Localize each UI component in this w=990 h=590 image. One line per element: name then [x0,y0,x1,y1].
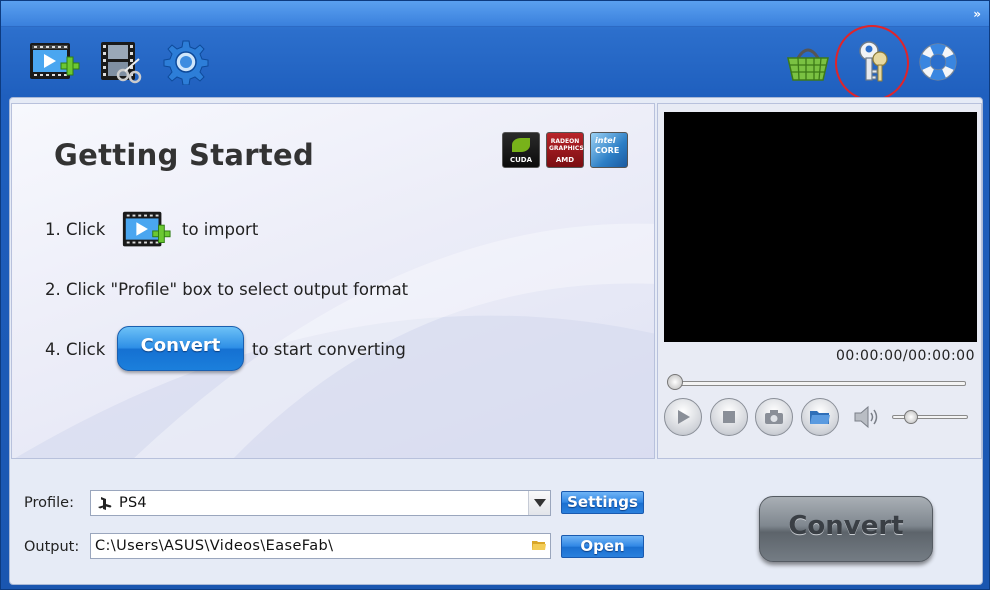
step-3-suffix: to start converting [252,340,406,359]
buy-button[interactable] [781,37,835,87]
stop-button[interactable] [710,398,748,436]
step-1-text: 1. Click [45,220,106,239]
stop-icon [723,411,735,423]
page-title: Getting Started [54,138,315,172]
gear-icon [163,40,209,85]
output-path-value: C:\Users\ASUS\Videos\EaseFab\ [95,538,334,554]
browse-folder-icon[interactable] [532,540,546,551]
video-preview-screen [664,112,977,342]
open-folder-button[interactable] [801,398,839,436]
app-window: » Getting Started CUDA RADEON GRAPHICS A… [0,0,990,590]
profile-select[interactable]: PS4 [90,490,551,516]
volume-thumb[interactable] [904,410,919,424]
help-button[interactable] [911,37,965,87]
nvidia-eye-icon [512,138,530,152]
folder-icon [810,411,830,424]
preferences-button[interactable] [159,37,213,87]
cuda-badge: CUDA [502,132,540,168]
chevron-down-icon [533,499,546,507]
film-plus-icon [122,211,171,247]
intel-badge-top: intel [595,136,616,145]
step-2-text: 2. Click "Profile" box to select output … [45,280,409,299]
register-button[interactable] [846,37,900,87]
title-menu-arrow[interactable]: » [973,7,981,21]
camera-icon [765,410,783,424]
film-plus-icon [30,43,80,79]
seek-bar[interactable] [670,381,966,386]
step-1-suffix: to import [182,220,259,239]
keys-icon [859,41,888,82]
getting-started-panel: Getting Started CUDA RADEON GRAPHICS AMD… [11,103,655,459]
volume-slider[interactable] [892,415,968,419]
import-shortcut-button[interactable] [120,206,172,254]
convert-button[interactable]: Convert [759,496,933,562]
preview-panel: 00:00:00/00:00:00 [657,103,982,459]
profile-value: PS4 [119,495,147,511]
open-button[interactable]: Open [561,535,644,558]
play-icon [678,410,690,424]
cuda-badge-label: CUDA [509,156,533,164]
intel-badge: intel CORE [590,132,628,168]
output-path-field[interactable]: C:\Users\ASUS\Videos\EaseFab\ [90,533,551,559]
profile-label: Profile: [24,495,74,511]
step-3-text: 4. Click [45,340,106,359]
timecode: 00:00:00/00:00:00 [836,348,975,364]
intel-badge-label: CORE [595,146,620,155]
amd-badge-top: RADEON GRAPHICS [549,138,584,152]
playstation-icon [98,497,112,510]
lifebuoy-icon [919,43,957,81]
settings-button[interactable]: Settings [561,491,644,514]
volume-icon[interactable] [852,404,880,430]
seek-thumb[interactable] [667,374,683,390]
amd-badge-label: AMD [555,156,575,164]
edit-video-button[interactable] [93,37,147,87]
output-label: Output: [24,539,80,555]
amd-badge: RADEON GRAPHICS AMD [546,132,584,168]
title-bar: » [1,1,989,27]
snapshot-button[interactable] [755,398,793,436]
convert-shortcut-button[interactable]: Convert [117,326,244,371]
add-video-button[interactable] [27,37,81,87]
shopping-basket-icon [787,48,829,81]
profile-dropdown-button[interactable] [528,491,550,515]
play-button[interactable] [664,398,702,436]
film-scissors-icon [101,42,142,84]
